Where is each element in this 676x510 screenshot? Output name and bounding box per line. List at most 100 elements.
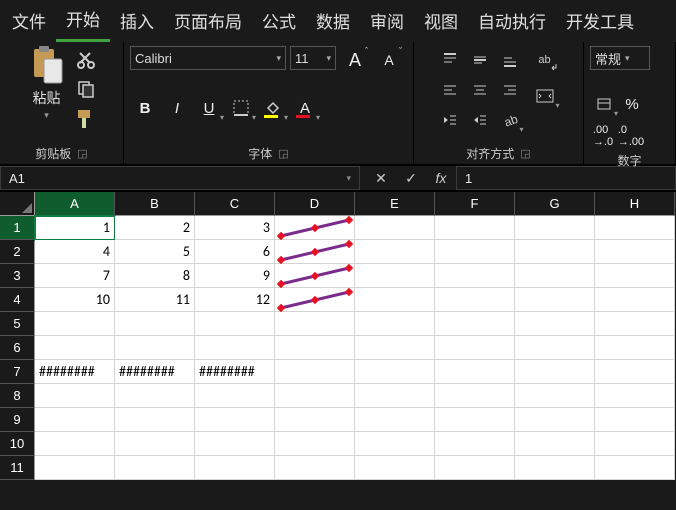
cell-H8[interactable] (595, 384, 675, 408)
align-dialog-icon[interactable]: ◲ (520, 147, 530, 160)
column-header-C[interactable]: C (195, 192, 275, 216)
cell-C3[interactable]: 9 (195, 264, 275, 288)
cell-E11[interactable] (355, 456, 435, 480)
cell-H10[interactable] (595, 432, 675, 456)
row-header-11[interactable]: 11 (0, 456, 35, 480)
clipboard-dialog-icon[interactable]: ◲ (77, 147, 87, 160)
cell-D1[interactable] (275, 216, 355, 240)
font-color-button[interactable]: A (290, 94, 320, 122)
cell-A11[interactable] (35, 456, 115, 480)
cell-B3[interactable]: 8 (115, 264, 195, 288)
cell-A10[interactable] (35, 432, 115, 456)
name-box[interactable]: A1▾ (0, 166, 360, 190)
cell-B11[interactable] (115, 456, 195, 480)
align-bottom-button[interactable] (496, 46, 524, 74)
cell-D9[interactable] (275, 408, 355, 432)
percent-button[interactable]: % (620, 90, 644, 118)
italic-button[interactable]: I (162, 94, 192, 122)
increase-indent-button[interactable] (466, 106, 494, 134)
font-size-combo[interactable]: 11▾ (290, 46, 336, 70)
cell-E7[interactable] (355, 360, 435, 384)
tab-file[interactable]: 文件 (2, 2, 56, 41)
cell-A1[interactable]: 1 (35, 216, 115, 240)
underline-button[interactable]: U (194, 94, 224, 122)
cell-F3[interactable] (435, 264, 515, 288)
cell-H5[interactable] (595, 312, 675, 336)
cell-C9[interactable] (195, 408, 275, 432)
fx-button[interactable]: fx (426, 166, 456, 190)
cancel-button[interactable]: ✕ (366, 166, 396, 190)
row-header-5[interactable]: 5 (0, 312, 35, 336)
cut-icon[interactable] (75, 48, 97, 70)
cell-G7[interactable] (515, 360, 595, 384)
cell-D8[interactable] (275, 384, 355, 408)
decrease-decimal-button[interactable]: .0→.00 (618, 122, 644, 150)
number-format-combo[interactable]: 常规▾ (590, 46, 650, 70)
cell-D6[interactable] (275, 336, 355, 360)
tab-view[interactable]: 视图 (414, 2, 468, 41)
cell-A4[interactable]: 10 (35, 288, 115, 312)
formula-input[interactable]: 1 (456, 166, 676, 190)
tab-auto[interactable]: 自动执行 (468, 2, 556, 41)
cell-E3[interactable] (355, 264, 435, 288)
wrap-text-button[interactable]: ab (530, 46, 560, 74)
row-header-6[interactable]: 6 (0, 336, 35, 360)
cell-H6[interactable] (595, 336, 675, 360)
cell-D2[interactable] (275, 240, 355, 264)
cell-B5[interactable] (115, 312, 195, 336)
cell-C10[interactable] (195, 432, 275, 456)
column-header-D[interactable]: D (275, 192, 355, 216)
cell-A7[interactable]: ######## (35, 360, 115, 384)
tab-dev[interactable]: 开发工具 (556, 2, 644, 41)
cell-A8[interactable] (35, 384, 115, 408)
confirm-button[interactable]: ✓ (396, 166, 426, 190)
cell-B2[interactable]: 5 (115, 240, 195, 264)
cell-G6[interactable] (515, 336, 595, 360)
cell-C4[interactable]: 12 (195, 288, 275, 312)
row-header-10[interactable]: 10 (0, 432, 35, 456)
cell-D10[interactable] (275, 432, 355, 456)
row-header-3[interactable]: 3 (0, 264, 35, 288)
align-middle-button[interactable] (466, 46, 494, 74)
row-header-2[interactable]: 2 (0, 240, 35, 264)
cell-B6[interactable] (115, 336, 195, 360)
cell-E2[interactable] (355, 240, 435, 264)
cell-F11[interactable] (435, 456, 515, 480)
cell-E5[interactable] (355, 312, 435, 336)
row-header-9[interactable]: 9 (0, 408, 35, 432)
cell-C5[interactable] (195, 312, 275, 336)
align-right-button[interactable] (496, 76, 524, 104)
cell-B9[interactable] (115, 408, 195, 432)
orientation-button[interactable]: ab (496, 106, 524, 134)
cell-G9[interactable] (515, 408, 595, 432)
cell-D7[interactable] (275, 360, 355, 384)
cell-A5[interactable] (35, 312, 115, 336)
cell-A9[interactable] (35, 408, 115, 432)
cell-H4[interactable] (595, 288, 675, 312)
column-header-H[interactable]: H (595, 192, 675, 216)
cell-A2[interactable]: 4 (35, 240, 115, 264)
bold-button[interactable]: B (130, 94, 160, 122)
row-header-1[interactable]: 1 (0, 216, 35, 240)
cell-F9[interactable] (435, 408, 515, 432)
cell-C2[interactable]: 6 (195, 240, 275, 264)
cell-H7[interactable] (595, 360, 675, 384)
shrink-font-button[interactable]: Aˇ (374, 46, 404, 74)
border-button[interactable] (226, 94, 256, 122)
cell-F8[interactable] (435, 384, 515, 408)
cell-G5[interactable] (515, 312, 595, 336)
cell-C1[interactable]: 3 (195, 216, 275, 240)
cell-D4[interactable] (275, 288, 355, 312)
cell-F2[interactable] (435, 240, 515, 264)
column-header-B[interactable]: B (115, 192, 195, 216)
tab-review[interactable]: 审阅 (360, 2, 414, 41)
align-top-button[interactable] (436, 46, 464, 74)
cell-H9[interactable] (595, 408, 675, 432)
cell-C8[interactable] (195, 384, 275, 408)
cell-F5[interactable] (435, 312, 515, 336)
cell-B1[interactable]: 2 (115, 216, 195, 240)
cell-H3[interactable] (595, 264, 675, 288)
row-header-8[interactable]: 8 (0, 384, 35, 408)
cell-B8[interactable] (115, 384, 195, 408)
tab-formula[interactable]: 公式 (252, 2, 306, 41)
